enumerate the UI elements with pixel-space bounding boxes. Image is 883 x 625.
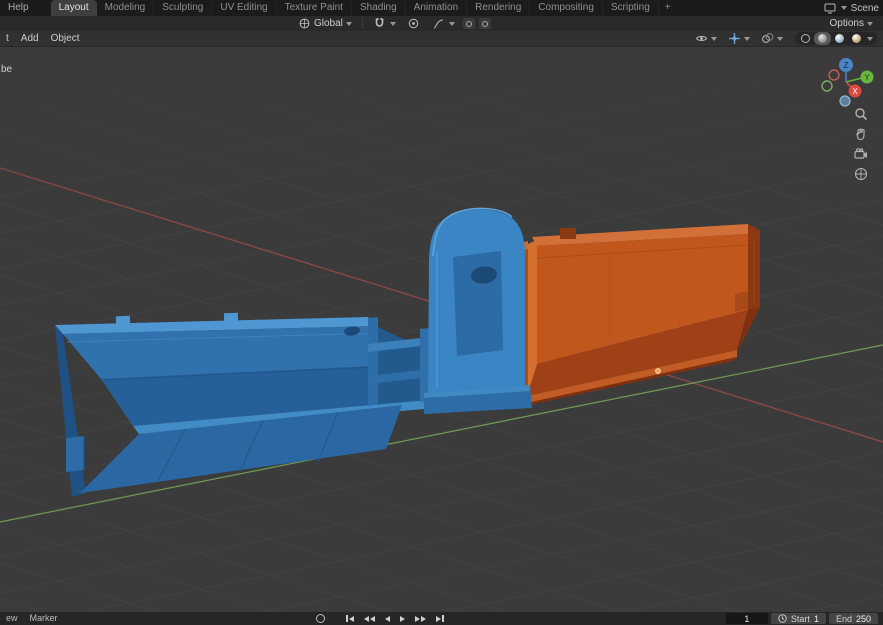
snap-toggle-a[interactable] [462,18,475,29]
scene-label[interactable]: Scene [851,3,879,14]
chevron-down-icon [711,36,717,41]
next-keyframe-button[interactable] [412,615,429,623]
tab-modeling[interactable]: Modeling [97,0,155,16]
help-menu[interactable]: Help [0,0,37,16]
tab-uv-editing[interactable]: UV Editing [212,0,277,16]
grid-fade [0,47,883,197]
wireframe-icon [801,34,810,43]
dot-icon [465,20,472,27]
options-label: Options [829,18,864,29]
falloff-icon [432,17,446,31]
proportional-editing-toggle[interactable] [403,16,425,32]
scene-dropdown-caret[interactable] [840,6,847,10]
menu-partial-select[interactable]: t [0,31,15,47]
viewport-scene [0,47,883,612]
axis-neg-z-ball[interactable] [839,95,851,107]
prev-keyframe-button[interactable] [361,615,378,623]
tab-rendering[interactable]: Rendering [467,0,531,16]
object-types-icon [694,32,708,46]
topbar-tool-row: Global Options [0,16,883,31]
snap-toggle-b[interactable] [478,18,491,29]
orientation-icon [297,17,311,31]
chevron-down-icon [345,21,352,26]
object-types-visibility-dropdown[interactable] [690,31,721,47]
tab-animation[interactable]: Animation [406,0,468,16]
add-menu[interactable]: Add [15,31,45,47]
object-origin-dot [655,368,661,374]
hand-icon[interactable] [854,127,868,141]
dot-icon [481,20,488,27]
viewport-nav-controls [854,107,868,181]
topbar: Help Layout Modeling Sculpting UV Editin… [0,0,883,16]
divider [361,18,363,29]
end-value: 250 [855,613,871,624]
new-workspace-button[interactable]: + [659,0,677,16]
tab-shading[interactable]: Shading [352,0,406,16]
end-label: End [835,613,852,624]
tab-layout[interactable]: Layout [50,0,97,16]
chevron-down-icon [389,21,396,26]
material-icon [835,34,844,43]
shading-solid-button[interactable] [814,32,831,45]
camera-icon[interactable] [854,147,868,161]
gizmos-toggle-dropdown[interactable] [723,31,754,47]
current-frame-value: 1 [744,613,750,624]
proportional-falloff-dropdown[interactable] [428,16,459,32]
magnet-icon [373,17,387,31]
chevron-down-icon [867,21,873,26]
marker-menu[interactable]: Marker [24,612,64,625]
chevron-down-icon [448,21,455,26]
axis-y-label: Y [864,73,870,82]
grid-icon[interactable] [854,167,868,181]
viewport-header: t Add Object [0,31,883,47]
menu-partial-view[interactable]: ew [0,612,24,625]
transform-orientation-dropdown[interactable]: Global [293,16,356,32]
start-label: Start [790,613,810,624]
proportional-icon [407,17,421,31]
chevron-down-icon[interactable] [867,36,873,41]
tab-sculpting[interactable]: Sculpting [154,0,213,16]
viewport-corner-text: be [1,64,13,75]
options-dropdown[interactable]: Options [826,17,877,30]
auto-key-icon[interactable] [316,614,325,623]
chevron-down-icon [744,36,750,41]
solid-icon [818,34,827,43]
start-frame-field[interactable]: Start 1 [770,613,826,624]
workspace-tabs: Layout Modeling Sculpting UV Editing Tex… [50,0,677,16]
clock-icon [778,614,787,623]
play-button[interactable] [397,615,408,623]
end-frame-field[interactable]: End 250 [828,613,878,624]
jump-to-end-button[interactable] [433,614,447,623]
axis-neg-x-ball[interactable] [828,69,840,81]
tab-compositing[interactable]: Compositing [530,0,603,16]
axis-z-label: Z [844,61,849,70]
rendered-icon [852,34,861,43]
shading-mode-group [795,32,877,45]
axis-x-label: X [852,87,858,96]
orientation-value: Global [314,18,343,29]
overlays-icon [760,32,774,46]
chevron-down-icon [777,36,783,41]
start-value: 1 [813,613,819,624]
axis-gizmo[interactable]: Z Y X [819,53,875,109]
jump-to-start-button[interactable] [343,614,357,623]
play-reverse-button[interactable] [382,615,393,623]
gizmos-icon [727,32,741,46]
zoom-icon[interactable] [854,107,868,121]
tab-scripting[interactable]: Scripting [603,0,659,16]
timeline-bar: ew Marker 1 Start 1 End 250 [0,612,883,625]
3d-viewport[interactable]: be Z Y X [0,47,883,612]
scene-icon [823,1,837,15]
shading-material-button[interactable] [831,32,848,45]
snap-dropdown[interactable] [369,16,400,32]
object-menu[interactable]: Object [45,31,86,47]
shading-wireframe-button[interactable] [797,32,814,45]
current-frame-field[interactable]: 1 [725,613,768,624]
axis-neg-y-ball[interactable] [821,80,833,92]
shading-rendered-button[interactable] [848,32,865,45]
tab-texture-paint[interactable]: Texture Paint [277,0,352,16]
overlays-toggle-dropdown[interactable] [756,31,787,47]
